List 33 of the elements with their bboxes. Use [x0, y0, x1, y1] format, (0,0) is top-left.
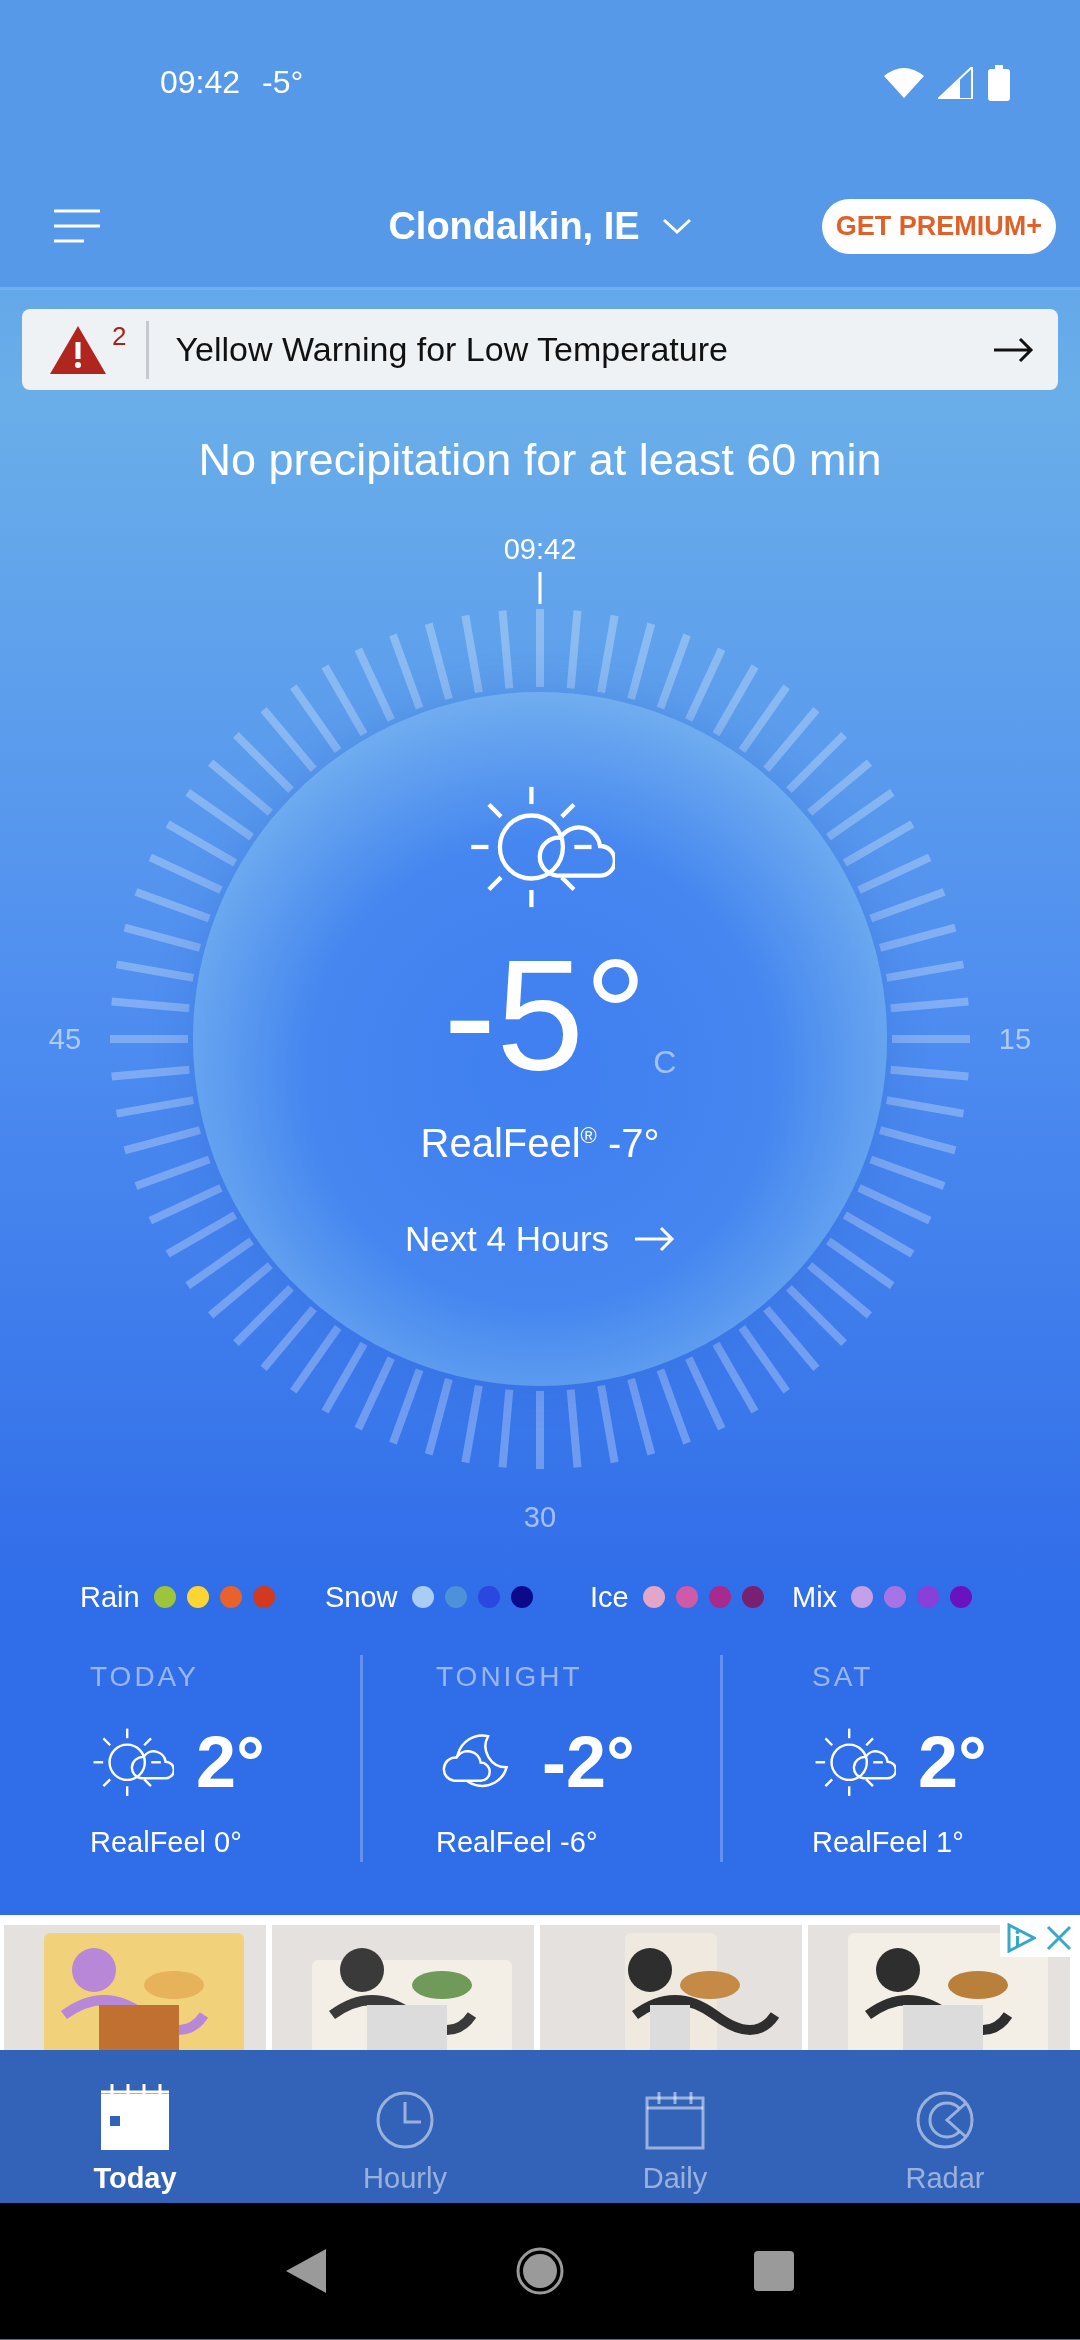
tab[interactable]: Radar [810, 2050, 1080, 2203]
legend-label: Snow [325, 1580, 398, 1614]
tab[interactable]: Today [0, 2050, 270, 2203]
next-hours-link[interactable]: Next 4 Hours [404, 1214, 676, 1265]
dial-minute-label: 30 [523, 1501, 557, 1533]
forecast-period: TODAY [90, 1661, 199, 1692]
temperature-unit: C [653, 1044, 677, 1081]
clock-time: 09:42 [160, 64, 241, 101]
forecast-period: TONIGHT [436, 1661, 583, 1692]
forecast-period: SAT [812, 1661, 874, 1692]
tab[interactable]: Daily [540, 2050, 810, 2203]
dial-time-label: 09:42 [502, 532, 578, 567]
forecast-temperature: 2° [196, 1721, 265, 1803]
location-selector[interactable]: Clondalkin, IE [388, 196, 692, 256]
dial-minute-label: 15 [997, 1022, 1033, 1056]
legend-label: Ice [590, 1580, 629, 1614]
realfeel-text: RealFeel$^{®}$ -7° [420, 1120, 660, 1168]
tab[interactable]: Hourly [270, 2050, 540, 2203]
alert-text: Yellow Warning for Low Temperature [175, 330, 729, 369]
alert-count: 2 [112, 321, 127, 352]
precipitation-summary: No precipitation for at least 60 min [198, 434, 882, 485]
forecast-temperature: -2° [542, 1721, 635, 1803]
legend-label: Mix [792, 1580, 838, 1614]
premium-button[interactable]: GET PREMIUM+ [821, 198, 1056, 254]
legend-label: Rain [80, 1580, 140, 1614]
dial-minute-label: 45 [47, 1022, 83, 1056]
forecast-realfeel: RealFeel 1° [812, 1826, 964, 1858]
weather-alert-banner[interactable]: 2 Yellow Warning for Low Temperature [22, 309, 1058, 390]
forecast-realfeel: RealFeel -6° [436, 1826, 598, 1858]
current-temperature: -5° [443, 939, 648, 1089]
forecast-temperature: 2° [918, 1721, 987, 1803]
temperature-indicator: -5° [262, 64, 304, 101]
forecast-realfeel: RealFeel 0° [90, 1826, 242, 1858]
